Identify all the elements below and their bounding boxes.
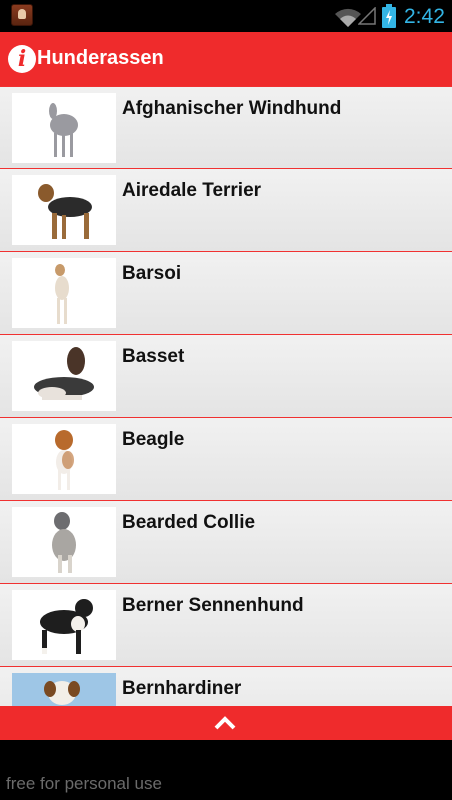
breed-name: Airedale Terrier: [122, 180, 262, 201]
scroll-to-top-button[interactable]: [0, 706, 452, 740]
dog-thumbnail: [12, 424, 116, 494]
status-bar: 2:42: [0, 0, 452, 32]
app-notification-icon: [11, 4, 33, 26]
breed-name: Basset: [122, 346, 185, 367]
dog-thumbnail: [12, 673, 116, 706]
list-item[interactable]: Afghanischer Windhund: [0, 86, 452, 169]
breed-name: Bernhardiner: [122, 678, 242, 699]
list-item[interactable]: Bearded Collie: [0, 501, 452, 584]
list-item[interactable]: Berner Sennenhund: [0, 584, 452, 667]
list-item[interactable]: Airedale Terrier: [0, 169, 452, 252]
breed-list[interactable]: Afghanischer Windhund Airedale Terrier B…: [0, 86, 452, 706]
dog-thumbnail: [12, 258, 116, 328]
dog-thumbnail: [12, 175, 116, 245]
battery-charging-icon: [382, 4, 396, 28]
dog-thumbnail: [12, 341, 116, 411]
footer: free for personal use: [0, 740, 452, 800]
info-icon[interactable]: i: [8, 45, 36, 73]
app-title: Hunderassen: [37, 47, 164, 69]
list-item[interactable]: Barsoi: [0, 252, 452, 335]
list-item[interactable]: Beagle: [0, 418, 452, 501]
list-item[interactable]: Basset: [0, 335, 452, 418]
breed-name: Bearded Collie: [122, 512, 256, 533]
dog-thumbnail: [12, 590, 116, 660]
breed-name: Berner Sennenhund: [122, 595, 304, 616]
clock: 2:42: [404, 5, 445, 28]
dog-thumbnail: [12, 93, 116, 163]
breed-name: Barsoi: [122, 263, 182, 284]
breed-name: Afghanischer Windhund: [122, 98, 342, 119]
chevron-up-icon: [214, 716, 236, 730]
breed-name: Beagle: [122, 429, 185, 450]
dog-thumbnail: [12, 507, 116, 577]
action-bar: i Hunderassen: [0, 32, 452, 86]
footer-text: free for personal use: [6, 774, 162, 793]
list-item[interactable]: Bernhardiner: [0, 667, 452, 706]
signal-icon: [358, 7, 376, 25]
